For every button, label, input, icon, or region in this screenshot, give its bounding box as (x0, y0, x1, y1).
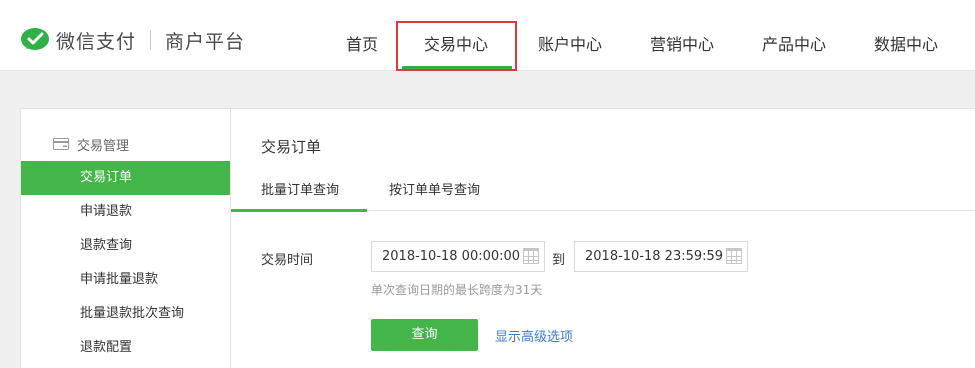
tab-order-number-query[interactable]: 按订单单号查询 (389, 179, 480, 198)
brand-name: 微信支付 (56, 30, 137, 53)
start-date-value: 2018-10-18 00:00:00 (382, 249, 521, 264)
sidebar-item-refund-query[interactable]: 退款查询 (21, 229, 230, 263)
start-date-input[interactable]: 2018-10-18 00:00:00 (371, 241, 545, 272)
page-title: 交易订单 (261, 138, 322, 156)
query-button[interactable]: 查询 (371, 319, 478, 351)
calendar-icon[interactable] (523, 248, 539, 264)
sidebar-group-trade-management: 交易管理 (21, 134, 129, 154)
top-header: 微信支付 商户平台 首页 交易中心 账户中心 营销中心 产品中心 数据中心 (0, 0, 975, 71)
trade-time-label: 交易时间 (261, 253, 314, 268)
sidebar-item-batch-refund-query[interactable]: 批量退款批次查询 (21, 297, 230, 331)
product-name: 商户平台 (165, 30, 246, 53)
tab-batch-order-query[interactable]: 批量订单查询 (261, 179, 339, 198)
tab-active-indicator (231, 209, 367, 212)
end-date-input[interactable]: 2018-10-18 23:59:59 (574, 241, 748, 272)
sidebar-item-refund-config[interactable]: 退款配置 (21, 331, 230, 365)
nav-product-center[interactable]: 产品中心 (762, 31, 826, 55)
nav-marketing-center[interactable]: 营销中心 (650, 31, 714, 55)
calendar-icon[interactable] (726, 248, 742, 264)
sidebar-group-label: 交易管理 (77, 138, 130, 154)
content-panel: 交易管理 交易订单 申请退款 退款查询 申请批量退款 批量退款批次查询 退款配置… (20, 108, 975, 368)
date-range-separator: 到 (552, 253, 566, 268)
card-icon (53, 138, 69, 150)
nav-home[interactable]: 首页 (346, 31, 378, 55)
sidebar-item-trade-orders[interactable]: 交易订单 (21, 161, 230, 195)
advanced-options-link[interactable]: 显示高级选项 (495, 326, 573, 345)
date-range-hint: 单次查询日期的最长跨度为31天 (371, 283, 543, 297)
sidebar-item-apply-refund[interactable]: 申请退款 (21, 195, 230, 229)
end-date-value: 2018-10-18 23:59:59 (585, 249, 724, 264)
logo-divider (150, 30, 152, 50)
main-content: 交易订单 批量订单查询 按订单单号查询 交易时间 2018-10-18 00:0… (231, 109, 975, 368)
nav-account-center[interactable]: 账户中心 (538, 31, 602, 55)
sidebar: 交易管理 交易订单 申请退款 退款查询 申请批量退款 批量退款批次查询 退款配置 (21, 109, 231, 368)
nav-highlight-box (396, 21, 517, 71)
sidebar-item-batch-refund[interactable]: 申请批量退款 (21, 263, 230, 297)
wechat-pay-icon (20, 27, 50, 53)
nav-data-center[interactable]: 数据中心 (874, 31, 938, 55)
logo[interactable]: 微信支付 商户平台 (20, 26, 245, 54)
